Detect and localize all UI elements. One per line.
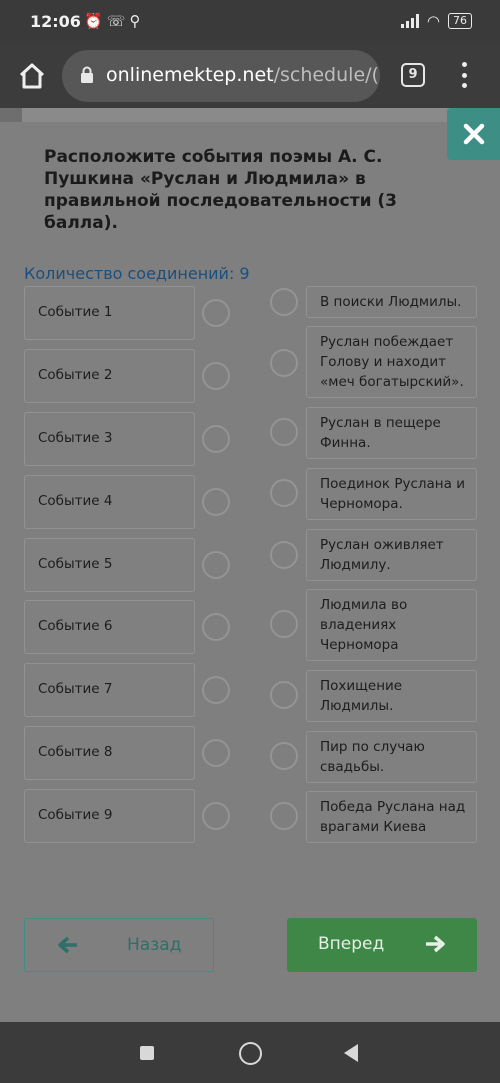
event-label: Событие 3 bbox=[38, 430, 113, 446]
answer-box-9[interactable]: Победа Руслана над врагами Киева bbox=[306, 791, 477, 843]
answer-box-1[interactable]: В поиски Людмилы. bbox=[306, 286, 477, 318]
url-text: onlinemektep.net/schedule/( bbox=[106, 64, 379, 86]
answer-box-6[interactable]: Людмила во владениях Черномора bbox=[306, 589, 477, 661]
url-bar[interactable]: onlinemektep.net/schedule/( bbox=[62, 50, 380, 102]
close-button[interactable] bbox=[447, 108, 500, 160]
event-connector-1[interactable] bbox=[202, 299, 230, 327]
event-connector-6[interactable] bbox=[202, 613, 230, 641]
event-box-9[interactable]: Событие 9 bbox=[24, 789, 195, 843]
event-connector-2[interactable] bbox=[202, 362, 230, 390]
event-connector-5[interactable] bbox=[202, 551, 230, 579]
event-connector-4[interactable] bbox=[202, 488, 230, 516]
alarm-icon: ⏰ bbox=[84, 12, 107, 30]
answer-box-2[interactable]: Руслан побеждает Голову и находит «меч б… bbox=[306, 326, 477, 398]
recent-apps-icon[interactable] bbox=[140, 1046, 154, 1060]
answer-box-5[interactable]: Руслан оживляет Людмилу. bbox=[306, 529, 477, 581]
answer-box-4[interactable]: Поединок Руслана и Черномора. bbox=[306, 468, 477, 520]
event-label: Событие 6 bbox=[38, 618, 113, 634]
answer-box-8[interactable]: Пир по случаю свадьбы. bbox=[306, 731, 477, 783]
status-bar: 12:06 ⏰☏⚲ ◠ 76 bbox=[0, 0, 500, 44]
more-menu-icon[interactable] bbox=[456, 60, 472, 90]
url-domain: onlinemektep.net bbox=[106, 64, 274, 86]
answer-label: Руслан побеждает Голову и находит «меч б… bbox=[320, 334, 464, 390]
event-label: Событие 1 bbox=[38, 304, 113, 320]
answer-connector-4[interactable] bbox=[270, 479, 298, 507]
event-box-2[interactable]: Событие 2 bbox=[24, 349, 195, 403]
answer-label: В поиски Людмилы. bbox=[320, 294, 462, 310]
call-icon: ☏ bbox=[106, 12, 130, 30]
answer-connector-7[interactable] bbox=[270, 681, 298, 709]
back-button-label: Назад bbox=[127, 935, 182, 955]
answer-label: Руслан в пещере Финна. bbox=[320, 415, 441, 451]
arrow-left-icon bbox=[58, 936, 77, 954]
answer-label: Поединок Руслана и Черномора. bbox=[320, 476, 465, 512]
answer-label: Людмила во владениях Черномора bbox=[320, 597, 408, 653]
question-text: Расположите события поэмы А. С. Пушкина … bbox=[44, 147, 397, 233]
status-time: 12:06 bbox=[30, 12, 81, 31]
answer-connector-8[interactable] bbox=[270, 742, 298, 770]
system-nav-bar bbox=[0, 1022, 500, 1083]
answer-label: Руслан оживляет Людмилу. bbox=[320, 537, 444, 573]
answer-box-7[interactable]: Похищение Людмилы. bbox=[306, 670, 477, 722]
battery-icon: 76 bbox=[448, 13, 472, 29]
next-button[interactable]: Вперед bbox=[287, 918, 477, 972]
home-nav-icon[interactable] bbox=[239, 1042, 262, 1065]
answer-connector-1[interactable] bbox=[270, 288, 298, 316]
answer-label: Пир по случаю свадьбы. bbox=[320, 739, 425, 775]
arrow-right-icon bbox=[426, 935, 445, 953]
event-box-7[interactable]: Событие 7 bbox=[24, 663, 195, 717]
home-icon[interactable] bbox=[14, 58, 50, 94]
event-label: Событие 4 bbox=[38, 493, 113, 509]
event-connector-8[interactable] bbox=[202, 739, 230, 767]
event-box-8[interactable]: Событие 8 bbox=[24, 726, 195, 780]
search-icon: ⚲ bbox=[129, 12, 145, 30]
event-label: Событие 2 bbox=[38, 367, 113, 383]
event-connector-7[interactable] bbox=[202, 676, 230, 704]
event-box-4[interactable]: Событие 4 bbox=[24, 475, 195, 529]
answer-connector-3[interactable] bbox=[270, 418, 298, 446]
answer-label: Похищение Людмилы. bbox=[320, 678, 403, 714]
back-button[interactable]: Назад bbox=[24, 918, 214, 972]
answer-label: Победа Руслана над врагами Киева bbox=[320, 799, 466, 835]
answer-connector-9[interactable] bbox=[270, 802, 298, 830]
connections-count: Количество соединений: 9 bbox=[24, 264, 250, 283]
event-connector-9[interactable] bbox=[202, 802, 230, 830]
event-label: Событие 8 bbox=[38, 744, 113, 760]
back-nav-icon[interactable] bbox=[344, 1044, 358, 1062]
previous-card-edge bbox=[22, 108, 452, 122]
browser-toolbar: onlinemektep.net/schedule/( 9 bbox=[0, 44, 500, 108]
close-icon bbox=[463, 123, 485, 145]
answer-connector-5[interactable] bbox=[270, 541, 298, 569]
answer-connector-6[interactable] bbox=[270, 610, 298, 638]
tab-switcher-button[interactable]: 9 bbox=[401, 63, 425, 87]
status-notification-icons: ⏰☏⚲ bbox=[84, 12, 144, 30]
status-right-icons: ◠ 76 bbox=[400, 12, 472, 30]
next-button-label: Вперед bbox=[318, 934, 385, 954]
event-box-5[interactable]: Событие 5 bbox=[24, 538, 195, 592]
event-label: Событие 7 bbox=[38, 681, 113, 697]
answer-connector-2[interactable] bbox=[270, 349, 298, 377]
event-label: Событие 9 bbox=[38, 807, 113, 823]
event-box-3[interactable]: Событие 3 bbox=[24, 412, 195, 466]
lock-icon bbox=[81, 66, 93, 83]
signal-icon bbox=[400, 14, 419, 28]
event-label: Событие 5 bbox=[38, 556, 113, 572]
event-box-6[interactable]: Событие 6 bbox=[24, 600, 195, 654]
event-box-1[interactable]: Событие 1 bbox=[24, 286, 195, 340]
url-path: /schedule/( bbox=[273, 64, 379, 86]
event-connector-3[interactable] bbox=[202, 425, 230, 453]
answer-box-3[interactable]: Руслан в пещере Финна. bbox=[306, 407, 477, 459]
wifi-icon: ◠ bbox=[426, 12, 440, 30]
